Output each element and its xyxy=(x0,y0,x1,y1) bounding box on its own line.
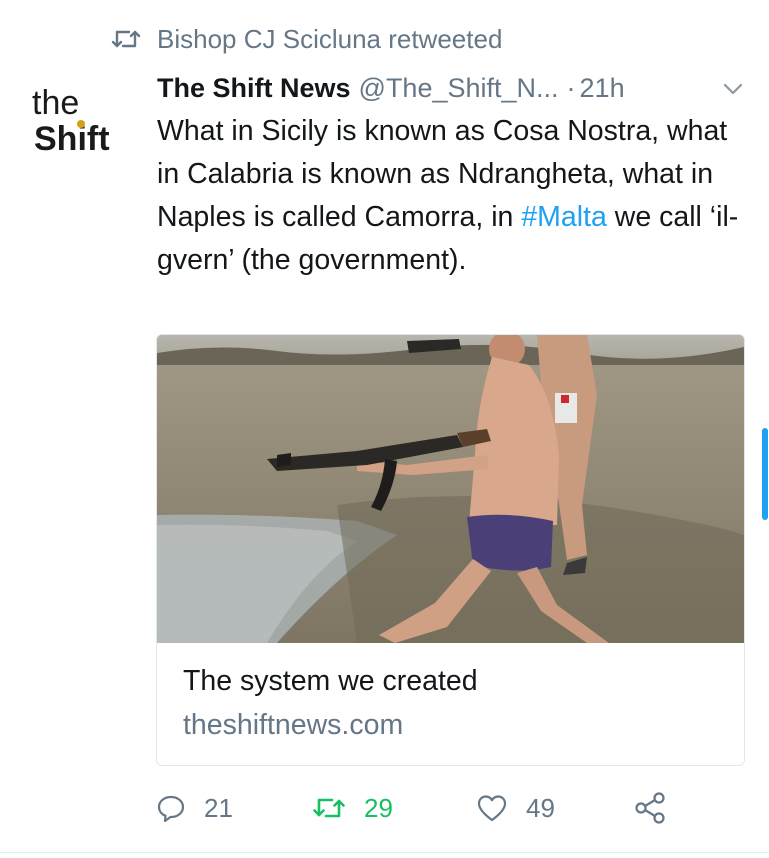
retweet-button[interactable]: 29 xyxy=(312,786,393,830)
share-icon xyxy=(635,792,665,824)
tweet-header: The Shift News @The_Shift_N... · 21h xyxy=(157,68,747,108)
timestamp[interactable]: 21h xyxy=(580,73,625,104)
reply-count: 21 xyxy=(204,792,233,823)
like-icon xyxy=(477,795,507,822)
like-button[interactable]: 49 xyxy=(476,786,555,830)
card-title: The system we created xyxy=(183,665,478,697)
avatar[interactable]: the Shift xyxy=(24,78,134,188)
tweet-actions: 21 29 49 xyxy=(0,786,769,830)
avatar-text-shift: Shift xyxy=(34,120,110,158)
avatar-logo: the Shift xyxy=(32,84,110,158)
scroll-indicator[interactable] xyxy=(762,428,768,520)
divider xyxy=(0,852,769,853)
author-name[interactable]: The Shift News xyxy=(157,73,351,104)
retweet-count: 29 xyxy=(364,792,393,823)
avatar-text-the: the xyxy=(32,84,79,122)
reply-icon xyxy=(157,795,185,823)
hashtag-link[interactable]: #Malta xyxy=(521,201,607,233)
like-count: 49 xyxy=(526,792,555,823)
retweet-context[interactable]: Bishop CJ Scicluna retweeted xyxy=(111,24,502,54)
tweet-text: What in Sicily is known as Cosa Nostra, … xyxy=(157,110,747,282)
separator-dot: · xyxy=(566,72,576,103)
share-button[interactable] xyxy=(633,786,667,830)
retweet-context-label: Bishop CJ Scicluna retweeted xyxy=(157,23,503,54)
card-image xyxy=(157,335,744,643)
avatar-dot-icon xyxy=(77,120,85,128)
tweet[interactable]: Bishop CJ Scicluna retweeted the Shift T… xyxy=(0,0,769,858)
author-handle[interactable]: @The_Shift_N... xyxy=(359,73,559,104)
caret-down-icon[interactable] xyxy=(722,78,744,100)
link-card[interactable]: The system we created theshiftnews.com xyxy=(156,334,745,766)
reply-button[interactable]: 21 xyxy=(156,786,233,830)
retweet-icon xyxy=(111,30,141,48)
retweet-icon xyxy=(313,798,345,818)
card-domain: theshiftnews.com xyxy=(183,709,404,741)
